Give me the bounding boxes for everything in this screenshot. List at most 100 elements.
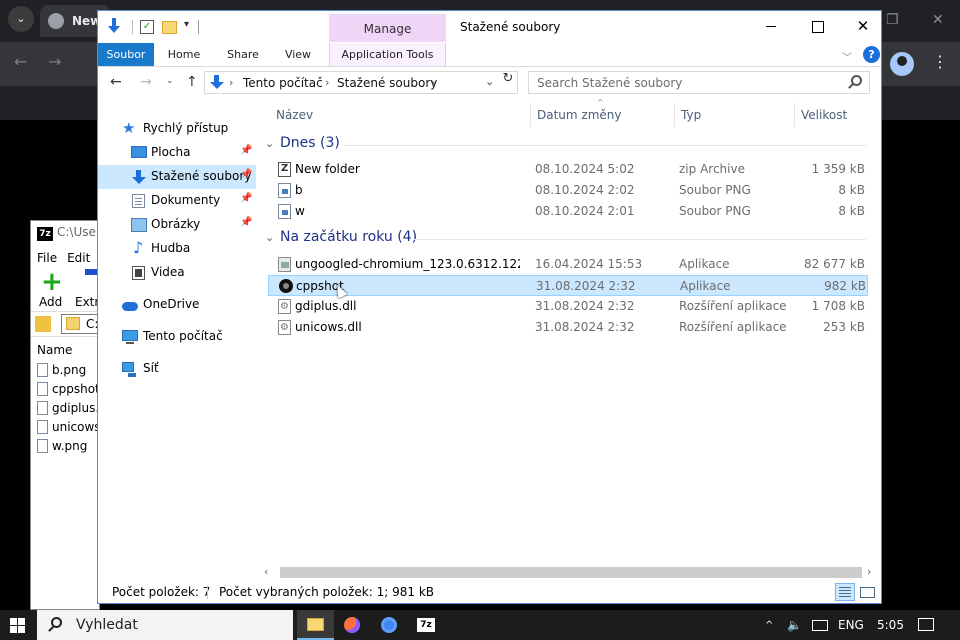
column-header-date[interactable]: Datum změny [537,99,622,129]
windows-start-icon[interactable] [10,618,25,633]
list-item-label: b.png [52,363,87,377]
sevenzip-address-input[interactable]: C: [61,314,99,334]
back-button[interactable]: ← [110,74,122,90]
sevenzip-menu-file[interactable]: File [37,251,57,265]
file-row-selected[interactable]: cppshot 31.08.2024 2:32 Aplikace 982 kB [268,275,868,299]
volume-icon[interactable]: 🔈 [787,618,802,632]
clock[interactable]: 5:05 [877,618,904,632]
maximize-button[interactable] [794,11,840,41]
navpane-pictures[interactable]: Obrázky 📌 [98,213,256,237]
recent-locations-button[interactable]: ⌄ [166,76,174,86]
sevenzip-menu-edit[interactable]: Edit [67,251,90,265]
sevenzip-add-button[interactable]: Add [39,295,62,309]
navpane-music[interactable]: Hudba [98,237,256,261]
navpane-network[interactable]: Síť [98,357,256,381]
minimize-button[interactable] [748,11,794,41]
navpane-onedrive[interactable]: OneDrive [98,293,256,317]
browser-forward-button[interactable]: → [48,52,61,71]
window-title: Stažené soubory [460,20,561,34]
breadcrumb-separator[interactable]: › [325,76,329,89]
input-language[interactable]: ENG [838,618,864,632]
notifications-icon[interactable] [918,618,934,631]
scroll-right-icon[interactable]: › [867,565,871,578]
column-header-size[interactable]: Velikost [801,99,847,129]
add-plus-icon: + [41,267,63,297]
navpane-downloads[interactable]: Stažené soubory 📌 [98,165,256,189]
taskbar-chromium[interactable] [371,610,408,640]
breadcrumb-separator[interactable]: › [229,76,233,89]
horizontal-scrollbar[interactable]: ‹ › [262,564,881,581]
file-name: New folder [295,162,360,176]
breadcrumb-downloads[interactable]: Stažené soubory [337,76,437,90]
breadcrumb-this-pc[interactable]: Tento počítač [243,76,323,90]
list-item[interactable]: b.png [31,361,99,380]
group-header-today[interactable]: ⌄ Dnes (3) [262,135,867,157]
column-divider[interactable] [794,103,795,127]
browser-restore-button[interactable]: ❐ [886,12,899,28]
list-item[interactable]: w.png [31,437,99,456]
file-row[interactable]: unicows.dll 31.08.2024 2:32 Rozšíření ap… [268,317,868,338]
file-size: 253 kB [823,320,865,334]
show-hidden-icons-button[interactable]: ^ [765,620,773,631]
browser-back-button[interactable]: ← [14,52,27,71]
file-row[interactable]: gdiplus.dll 31.08.2024 2:32 Rozšíření ap… [268,296,868,317]
file-size: 982 kB [824,279,866,293]
tab-view[interactable]: View [276,43,320,66]
network-status-icon[interactable] [812,620,828,631]
qat-dropdown-icon[interactable]: ▾ [184,19,189,37]
file-row[interactable]: New folder 08.10.2024 5:02 zip Archive 1… [268,159,868,180]
list-item[interactable]: gdiplus.c [31,399,99,418]
taskbar-search-input[interactable]: Vyhledat [37,610,293,640]
navpane-desktop[interactable]: Plocha 📌 [98,141,256,165]
column-header-name[interactable]: Název [276,99,313,129]
file-row[interactable]: w 08.10.2024 2:01 Soubor PNG 8 kB [268,201,868,222]
group-header-start-of-year[interactable]: ⌄ Na začátku roku (4) [262,229,867,251]
taskbar-firefox[interactable] [334,610,371,640]
profile-avatar-icon[interactable] [890,52,914,76]
navpane-documents[interactable]: Dokumenty 📌 [98,189,256,213]
close-button[interactable]: ✕ [840,11,886,41]
qat-divider [132,20,133,34]
list-item[interactable]: unicows [31,418,99,437]
new-folder-icon[interactable] [162,21,177,34]
tab-search-button[interactable]: ⌄ [8,6,34,32]
navpane-videos[interactable]: Videa [98,261,256,285]
navpane-label: Videa [151,265,185,279]
refresh-icon[interactable]: ↻ [498,71,518,88]
file-row[interactable]: b 08.10.2024 2:02 Soubor PNG 8 kB [268,180,868,201]
tab-share[interactable]: Share [218,43,268,66]
sevenzip-extract-button[interactable]: Extra [75,295,99,309]
ribbon-expand-icon[interactable]: ﹀ [842,49,852,64]
file-date: 08.10.2024 2:02 [535,183,635,197]
navpane-this-pc[interactable]: Tento počítač [98,325,256,349]
browser-menu-button[interactable]: ⋮ [932,52,948,71]
taskbar-file-explorer[interactable] [297,610,334,640]
tab-application-tools[interactable]: Application Tools [329,43,446,66]
column-header-type[interactable]: Typ [681,99,701,129]
forward-button[interactable]: → [140,74,152,90]
scrollbar-thumb[interactable] [280,567,862,578]
search-input[interactable]: Search Stažené soubory [528,71,870,94]
address-dropdown-icon[interactable]: ⌄ [485,75,494,88]
breadcrumb-separator[interactable]: › [431,76,435,89]
up-button[interactable]: ↑ [186,74,198,90]
address-bar[interactable]: › Tento počítač › Stažené soubory › ⌄ [204,71,518,94]
details-view-icon[interactable] [835,583,855,601]
sevenzip-column-name[interactable]: Name [31,337,99,361]
chevron-down-icon: ⌄ [265,231,275,244]
file-explorer-icon [307,618,324,631]
large-icons-view-icon[interactable] [857,583,877,601]
taskbar-7zip[interactable]: 7z [408,610,445,640]
tab-soubor[interactable]: Soubor [98,43,154,66]
browser-close-button[interactable]: ✕ [932,12,944,28]
tab-home[interactable]: Home [160,43,208,66]
help-icon[interactable]: ? [863,46,880,63]
scroll-left-icon[interactable]: ‹ [264,565,268,578]
folder-up-icon[interactable] [35,316,51,332]
list-item[interactable]: cppshot [31,380,99,399]
properties-check-icon[interactable]: ✓ [140,20,154,34]
navpane-quick-access[interactable]: Rychlý přístup [98,117,256,141]
column-divider[interactable] [674,103,675,127]
column-divider[interactable] [530,103,531,127]
file-row[interactable]: ungoogled-chromium_123.0.6312.122-1.... … [268,254,868,275]
